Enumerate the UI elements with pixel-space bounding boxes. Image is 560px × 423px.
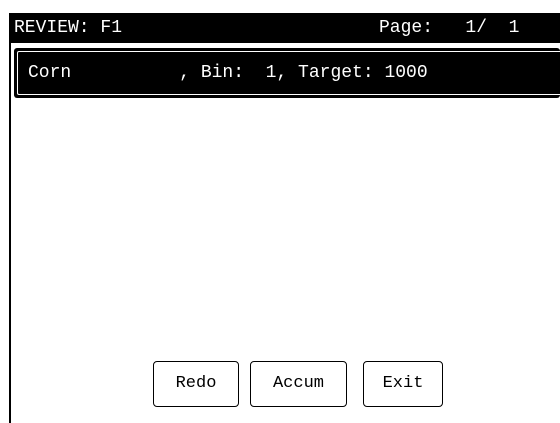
review-screen: REVIEW: F1 Page: 1/ 1 Corn , Bin: 1, Tar… bbox=[0, 0, 560, 423]
screen-left-border bbox=[9, 13, 11, 423]
record-header: Corn , Bin: 1, Target: 1000 bbox=[14, 48, 560, 98]
screen-title: REVIEW: F1 bbox=[14, 18, 123, 38]
redo-button[interactable]: Redo bbox=[153, 361, 239, 407]
title-bar: REVIEW: F1 Page: 1/ 1 bbox=[11, 13, 560, 43]
page-indicator: Page: 1/ 1 bbox=[379, 18, 520, 38]
accum-button[interactable]: Accum bbox=[250, 361, 347, 407]
record-summary: Corn , Bin: 1, Target: 1000 bbox=[28, 63, 428, 83]
exit-button[interactable]: Exit bbox=[363, 361, 443, 407]
